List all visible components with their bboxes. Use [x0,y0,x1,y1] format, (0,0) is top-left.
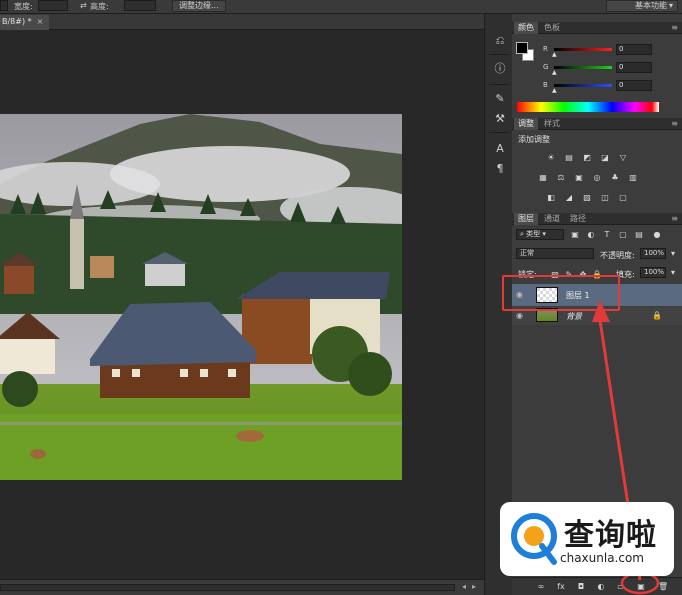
foreground-color-swatch[interactable] [516,42,528,54]
watermark-brand: 查询啦 [564,518,657,553]
search-q-icon [511,513,557,565]
watermark-url: chaxunla.com [560,551,644,565]
watermark-logo: 查询啦 chaxunla.com [500,502,674,576]
